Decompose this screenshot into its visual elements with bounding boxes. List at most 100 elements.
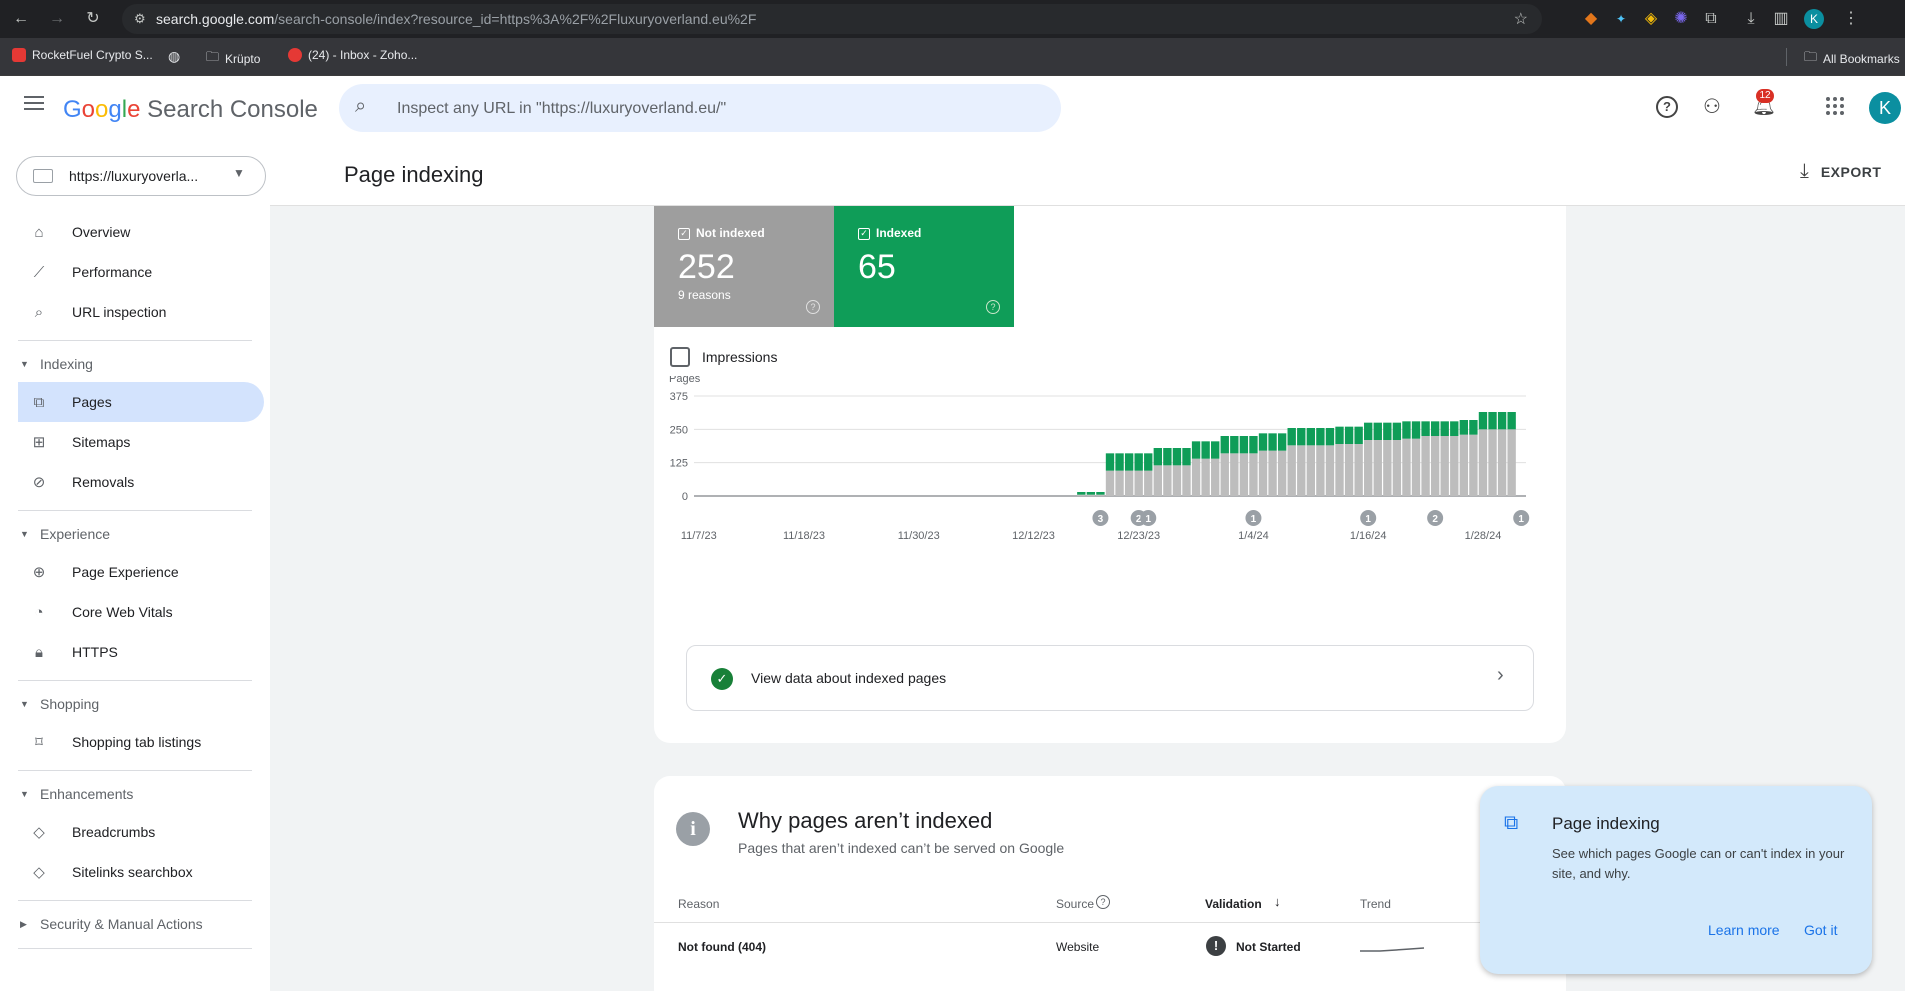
annotation-label: 1	[1145, 514, 1151, 525]
col-source-header[interactable]: Source	[1056, 897, 1094, 911]
info-icon: i	[676, 812, 710, 846]
bar-not-indexed	[1287, 445, 1296, 496]
section-label: Experience	[40, 526, 111, 542]
metamask-extension-icon[interactable]: ◆	[1580, 8, 1602, 30]
bookmark-star-icon[interactable]: ☆	[1514, 9, 1528, 29]
bookmark-globe[interactable]: ◍	[168, 48, 180, 65]
sidebar-item-sitemaps[interactable]: ⊞ Sitemaps	[18, 422, 264, 462]
bar-not-indexed	[1335, 444, 1344, 496]
back-icon[interactable]: ←	[10, 8, 32, 30]
manage-users-icon[interactable]: ⚇	[1703, 94, 1721, 119]
sidebar-item-performance[interactable]: ⟋ Performance	[18, 252, 264, 292]
col-trend-header: Trend	[1360, 897, 1391, 911]
chevron-right-icon: ›	[1497, 664, 1504, 686]
sidebar-item-label: Breadcrumbs	[72, 824, 156, 840]
bar-not-indexed	[1421, 436, 1430, 496]
app-logo[interactable]: Google Search Console	[63, 96, 318, 124]
bookmark-rocketfuel[interactable]: RocketFuel Crypto S...	[12, 48, 153, 62]
bar-indexed	[1172, 448, 1182, 466]
layers-icon: ◇	[33, 824, 45, 841]
help-icon[interactable]: ?	[986, 300, 1000, 314]
x-tick-label: 11/7/23	[681, 530, 717, 542]
bar-indexed	[1191, 441, 1201, 459]
help-icon[interactable]: ?	[806, 300, 820, 314]
site-info-icon[interactable]: ⚙	[134, 11, 146, 27]
sidebar-section-enhancements[interactable]: ▼ Enhancements	[18, 782, 133, 806]
bar-indexed	[1211, 441, 1220, 459]
sidebar-item-label: Removals	[72, 474, 135, 490]
col-validation-header[interactable]: Validation	[1205, 897, 1262, 911]
sidebar-item-overview[interactable]: ⌂ Overview	[18, 212, 264, 252]
view-indexed-pages-link[interactable]: ✓ View data about indexed pages ›	[686, 645, 1534, 711]
sidebar-item-url-inspection[interactable]: ⌕ URL inspection	[18, 292, 264, 332]
x-tick-label: 1/16/24	[1350, 530, 1387, 542]
export-button[interactable]: ⤓ EXPORT	[1800, 160, 1881, 183]
checkbox-icon	[670, 347, 690, 367]
rocketfuel-icon	[12, 48, 26, 62]
sidebar-divider	[18, 510, 252, 511]
profile-avatar[interactable]: K	[1804, 9, 1824, 29]
sidebar-section-security-manual-actions[interactable]: ▶ Security & Manual Actions	[18, 912, 203, 936]
indexed-tile[interactable]: ✓ Indexed 65 ?	[834, 206, 1014, 327]
sidebar-item-breadcrumbs[interactable]: ◇ Breadcrumbs	[18, 812, 264, 852]
bar-indexed	[1306, 428, 1316, 446]
bar-indexed	[1430, 421, 1440, 436]
bar-indexed	[1335, 426, 1344, 444]
sidebar: https://luxuryoverla... ▼ ⌂ Overview ⟋ Perf…	[0, 142, 270, 991]
caret-right-icon: ▶	[20, 918, 27, 929]
sidebar-item-label: Sitemaps	[72, 434, 131, 450]
sidebar-item-core-web-vitals[interactable]: ◔ Core Web Vitals	[18, 592, 264, 632]
bookmark-zoho[interactable]: (24) - Inbox - Zoho...	[288, 48, 417, 62]
not-indexed-tile[interactable]: ✓ Not indexed 252 9 reasons ?	[654, 206, 834, 327]
all-bookmarks[interactable]: 🗀 All Bookmarks	[1804, 48, 1900, 70]
bar-not-indexed	[1211, 458, 1220, 496]
address-bar[interactable]: ⚙ search.google.com/search-console/index…	[122, 4, 1542, 34]
sidebar-section-shopping[interactable]: ▼ Shopping	[18, 692, 99, 716]
sidebar-item-page-experience[interactable]: ⊕ Page Experience	[18, 552, 264, 592]
sidebar-section-experience[interactable]: ▼ Experience	[18, 522, 110, 546]
learn-more-link[interactable]: Learn more	[1708, 922, 1780, 938]
table-row[interactable]: Not found (404) Website ! Not Started	[654, 923, 1566, 973]
apps-grid-icon[interactable]	[1826, 97, 1844, 115]
bar-not-indexed	[1086, 494, 1096, 496]
extensions-puzzle-icon[interactable]: ⧉	[1700, 8, 1722, 30]
side-panel-icon[interactable]: ▥	[1770, 8, 1792, 30]
sidebar-item-label: HTTPS	[72, 644, 118, 660]
sidebar-item-sitelinks-searchbox[interactable]: ◇ Sitelinks searchbox	[18, 852, 264, 892]
url-inspect-search[interactable]: ⌕ Inspect any URL in "https://luxuryover…	[339, 84, 1061, 132]
menu-kebab-icon[interactable]: ⋮	[1840, 8, 1862, 30]
impressions-toggle[interactable]: Impressions	[670, 347, 777, 367]
sidebar-item-label: Pages	[72, 394, 112, 410]
sidebar-item-https[interactable]: 🔒︎ HTTPS	[18, 632, 264, 672]
extension-icon[interactable]: ✦	[1610, 8, 1632, 30]
bar-indexed	[1469, 420, 1478, 435]
property-selector[interactable]: https://luxuryoverla... ▼	[16, 156, 266, 196]
help-icon[interactable]: ?	[1656, 96, 1678, 118]
bar-not-indexed	[1134, 470, 1143, 496]
app-header: Google Search Console ⌕ Inspect any URL …	[0, 76, 1905, 142]
bookmark-krupto[interactable]: 🗀 Krüpto	[206, 48, 260, 70]
bar-not-indexed	[1077, 494, 1086, 496]
checkbox-checked-icon: ✓	[858, 228, 870, 240]
annotation-label: 2	[1432, 514, 1438, 525]
bar-indexed	[1364, 422, 1373, 440]
binance-extension-icon[interactable]: ◈	[1640, 8, 1662, 30]
reload-icon[interactable]: ↻	[82, 8, 104, 30]
add-circle-icon: ⊕	[32, 564, 46, 581]
bar-indexed	[1134, 453, 1143, 471]
sidebar-item-shopping-tab-listings[interactable]: ⌑ Shopping tab listings	[18, 722, 264, 762]
sidebar-item-pages[interactable]: ⧉ Pages	[18, 382, 264, 422]
bar-indexed	[1124, 453, 1134, 471]
hamburger-menu-icon[interactable]	[24, 96, 44, 110]
col-reason-header[interactable]: Reason	[678, 897, 719, 911]
forward-icon[interactable]: →	[46, 8, 68, 30]
account-avatar[interactable]: K	[1869, 92, 1901, 124]
extension-icon[interactable]: ✺	[1670, 8, 1692, 30]
sidebar-item-removals[interactable]: ⊘ Removals	[18, 462, 264, 502]
download-icon[interactable]: ⤓	[1740, 8, 1762, 30]
help-icon[interactable]: ?	[1096, 895, 1110, 909]
bar-not-indexed	[1258, 450, 1268, 496]
sidebar-section-indexing[interactable]: ▼ Indexing	[18, 352, 93, 376]
sort-down-arrow-icon[interactable]: ↓	[1274, 894, 1281, 909]
got-it-button[interactable]: Got it	[1804, 922, 1837, 938]
